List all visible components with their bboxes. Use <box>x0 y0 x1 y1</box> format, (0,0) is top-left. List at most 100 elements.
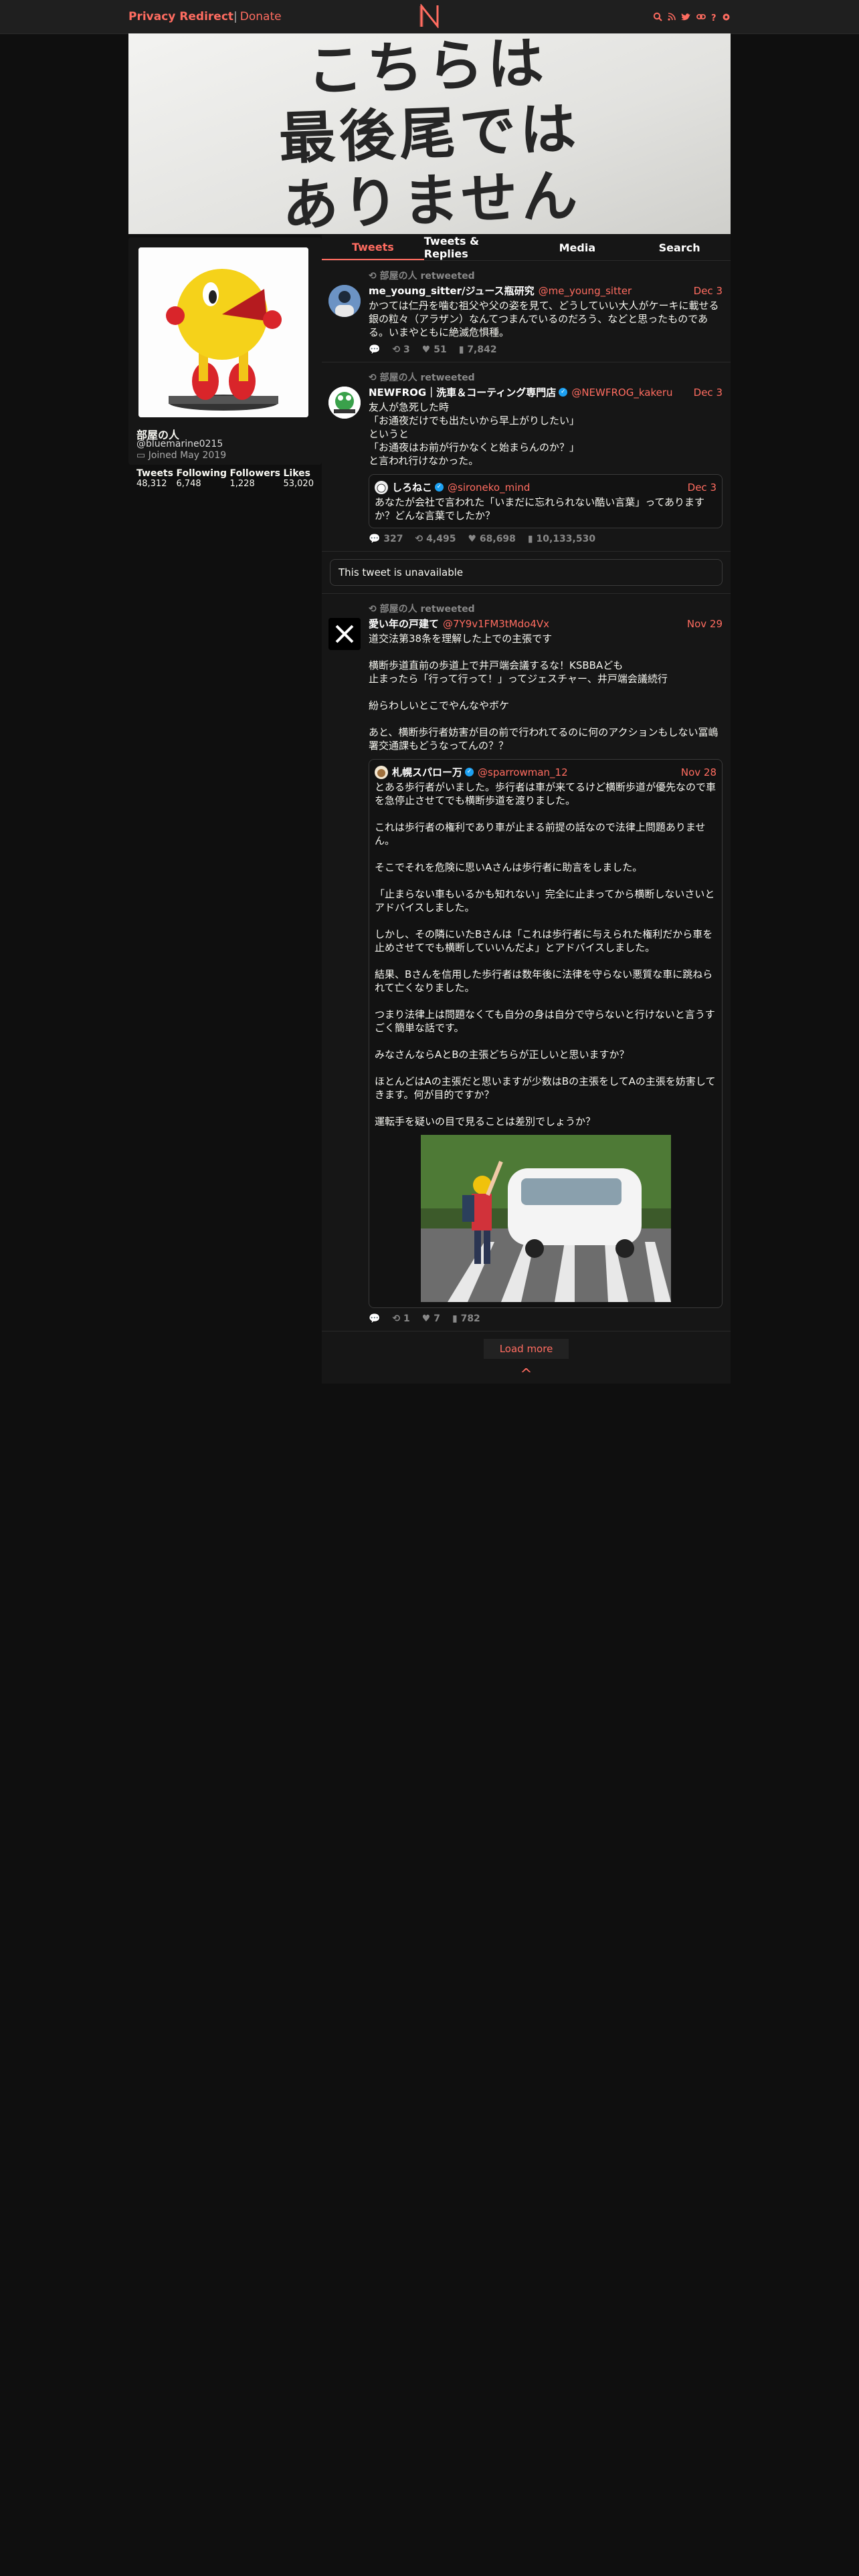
reply-icon: 💬 <box>369 534 381 544</box>
tweet-handle[interactable]: @7Y9v1FM3tMdo4Vx <box>443 618 549 630</box>
reply-stat[interactable]: 💬 <box>369 344 380 355</box>
verified-badge-icon: ✓ <box>465 768 474 776</box>
quote-fullname[interactable]: 札幌スパロー万 <box>392 765 462 779</box>
x-logo-icon <box>328 618 361 650</box>
heart-icon: ♥ <box>421 1313 431 1324</box>
tab-search[interactable]: Search <box>628 235 731 260</box>
reply-icon: 💬 <box>369 1313 381 1324</box>
retweet-text: 部屋の人 retweeted <box>379 604 475 615</box>
bird-avatar-icon <box>375 765 388 779</box>
svg-text:?: ? <box>711 13 717 21</box>
views-stat[interactable]: ▮ 782 <box>452 1313 480 1324</box>
reply-stat[interactable]: 💬 327 <box>369 534 403 544</box>
quote-handle[interactable]: @sironeko_mind <box>448 481 530 494</box>
retweet-count: 4,495 <box>426 534 456 544</box>
quote-avatar[interactable] <box>375 765 388 779</box>
quote-media-image[interactable] <box>420 1135 671 1302</box>
unavailable-tweet-wrap: This tweet is unavailable <box>322 552 731 594</box>
like-stat[interactable]: ♥ 68,698 <box>468 534 515 544</box>
views-count: 782 <box>460 1313 480 1324</box>
quote-date[interactable]: Nov 28 <box>681 766 717 778</box>
quote-tweet[interactable]: しろねこ ✓ @sironeko_mind Dec 3 あなたが会社で言われた「… <box>369 474 723 528</box>
tweet-avatar[interactable] <box>328 618 361 650</box>
tweet-date[interactable]: Dec 3 <box>694 387 723 399</box>
tweet-fullname[interactable]: NEWFROG｜洗車＆コーティング専門店 <box>369 385 556 399</box>
quote-body: あなたが会社で言われた「いまだに忘れられない酷い言葉」ってありますか？どんな言葉… <box>375 496 705 522</box>
nitter-logo-icon[interactable] <box>418 4 441 28</box>
stat-value: 53,020 <box>283 479 314 489</box>
timeline-tabs: Tweets Tweets & Replies Media Search <box>322 235 731 261</box>
tweet[interactable]: ⟲ 部屋の人 retweeted me_young_sitter/ジュース瓶研究… <box>322 261 731 362</box>
profile-username[interactable]: @bluemarine0215 <box>136 439 223 449</box>
views-stat[interactable]: ▮ 10,133,530 <box>528 534 595 544</box>
profile-banner[interactable]: こちらは 最後尾では ありません <box>128 33 731 234</box>
retweet-stat[interactable]: ⟲ 4,495 <box>415 534 456 544</box>
tweet-header: 愛い年の戸建て @7Y9v1FM3tMdo4Vx Nov 29 <box>369 617 723 631</box>
views-count: 7,842 <box>467 344 497 355</box>
profile-avatar[interactable] <box>138 247 308 417</box>
tab-tweets-replies[interactable]: Tweets & Replies <box>424 235 527 260</box>
reply-count: 327 <box>383 534 403 544</box>
tweet-fullname[interactable]: 愛い年の戸建て <box>369 617 439 631</box>
stat-label: Followers <box>229 468 281 479</box>
stat-value: 48,312 <box>136 479 167 489</box>
frog-logo-icon <box>328 387 361 419</box>
tweet[interactable]: ⟲ 部屋の人 retweeted 愛い年の戸建て @7Y9v1FM3tMdo4V… <box>322 594 731 1331</box>
twitter-icon[interactable] <box>681 13 691 21</box>
views-icon: ▮ <box>458 344 464 355</box>
retweet-text: 部屋の人 retweeted <box>379 271 475 282</box>
tweet-handle[interactable]: @me_young_sitter <box>539 285 632 297</box>
profile-stats: Tweets 48,312 Following 6,748 Followers 1,2… <box>136 468 314 489</box>
tab-tweets[interactable]: Tweets <box>322 235 424 260</box>
quote-avatar[interactable] <box>375 480 388 494</box>
retweet-stat[interactable]: ⟲ 3 <box>392 344 409 355</box>
tweet-date[interactable]: Dec 3 <box>694 285 723 297</box>
load-more-button[interactable]: Load more <box>483 1339 569 1359</box>
retweet-icon: ⟲ <box>392 344 401 355</box>
retweet-count: 1 <box>403 1313 410 1324</box>
link-icon[interactable] <box>696 13 706 21</box>
views-stat[interactable]: ▮ 7,842 <box>459 344 497 355</box>
quote-body: とある歩行者がいました。歩行者は車が来てるけど横断歩道が優先なので車を急停止させ… <box>375 781 717 1128</box>
like-count: 51 <box>434 344 447 355</box>
nav-separator: | <box>233 10 237 23</box>
tweet-avatar[interactable] <box>328 387 361 419</box>
tweet-header: NEWFROG｜洗車＆コーティング専門店 ✓ @NEWFROG_kakeru D… <box>369 385 723 399</box>
cat-avatar-icon <box>375 480 388 494</box>
quote-date[interactable]: Dec 3 <box>688 481 717 494</box>
stat-following[interactable]: Following 6,748 <box>176 468 227 489</box>
profile-card: 部屋の人 @bluemarine0215 ▭ Joined May 2019 T… <box>128 237 322 489</box>
tweet[interactable]: ⟲ 部屋の人 retweeted NEWFROG｜洗車＆コーティング専門店 ✓ … <box>322 362 731 552</box>
like-stat[interactable]: ♥ 7 <box>422 1313 440 1324</box>
retweet-text: 部屋の人 retweeted <box>379 372 475 383</box>
privacy-redirect-link[interactable]: Privacy Redirect <box>128 10 233 23</box>
stat-label: Likes <box>283 468 310 479</box>
tweet-fullname[interactable]: me_young_sitter/ジュース瓶研究 <box>369 284 535 298</box>
quote-tweet[interactable]: 札幌スパロー万 ✓ @sparrowman_12 Nov 28 とある歩行者がい… <box>369 759 723 1308</box>
rss-icon[interactable] <box>668 13 676 21</box>
info-icon[interactable]: ? <box>711 13 717 21</box>
stat-tweets[interactable]: Tweets 48,312 <box>136 468 173 489</box>
retweet-header: ⟲ 部屋の人 retweeted <box>369 370 723 384</box>
like-stat[interactable]: ♥ 51 <box>422 344 447 355</box>
back-to-top-icon[interactable]: ^ <box>322 1366 731 1384</box>
search-icon[interactable] <box>653 12 662 21</box>
quote-handle[interactable]: @sparrowman_12 <box>478 766 568 778</box>
retweet-stat[interactable]: ⟲ 1 <box>392 1313 409 1324</box>
heart-icon: ♥ <box>421 344 431 355</box>
navbar: Privacy Redirect | Donate ? <box>0 0 859 34</box>
reply-icon: 💬 <box>369 344 381 355</box>
retweet-icon: ⟲ <box>369 604 377 615</box>
stat-followers[interactable]: Followers 1,228 <box>230 468 281 489</box>
tweet-date[interactable]: Nov 29 <box>687 618 723 630</box>
reply-stat[interactable]: 💬 <box>369 1313 380 1324</box>
tab-media[interactable]: Media <box>527 235 629 260</box>
gear-icon[interactable] <box>722 13 731 21</box>
stat-likes[interactable]: Likes 53,020 <box>283 468 314 489</box>
tweet-handle[interactable]: @NEWFROG_kakeru <box>571 387 672 399</box>
calendar-icon: ▭ <box>136 450 146 461</box>
nav-icons: ? <box>653 12 731 21</box>
donate-link[interactable]: Donate <box>240 10 282 23</box>
tweet-avatar[interactable] <box>328 285 361 317</box>
quote-fullname[interactable]: しろねこ <box>392 480 432 494</box>
